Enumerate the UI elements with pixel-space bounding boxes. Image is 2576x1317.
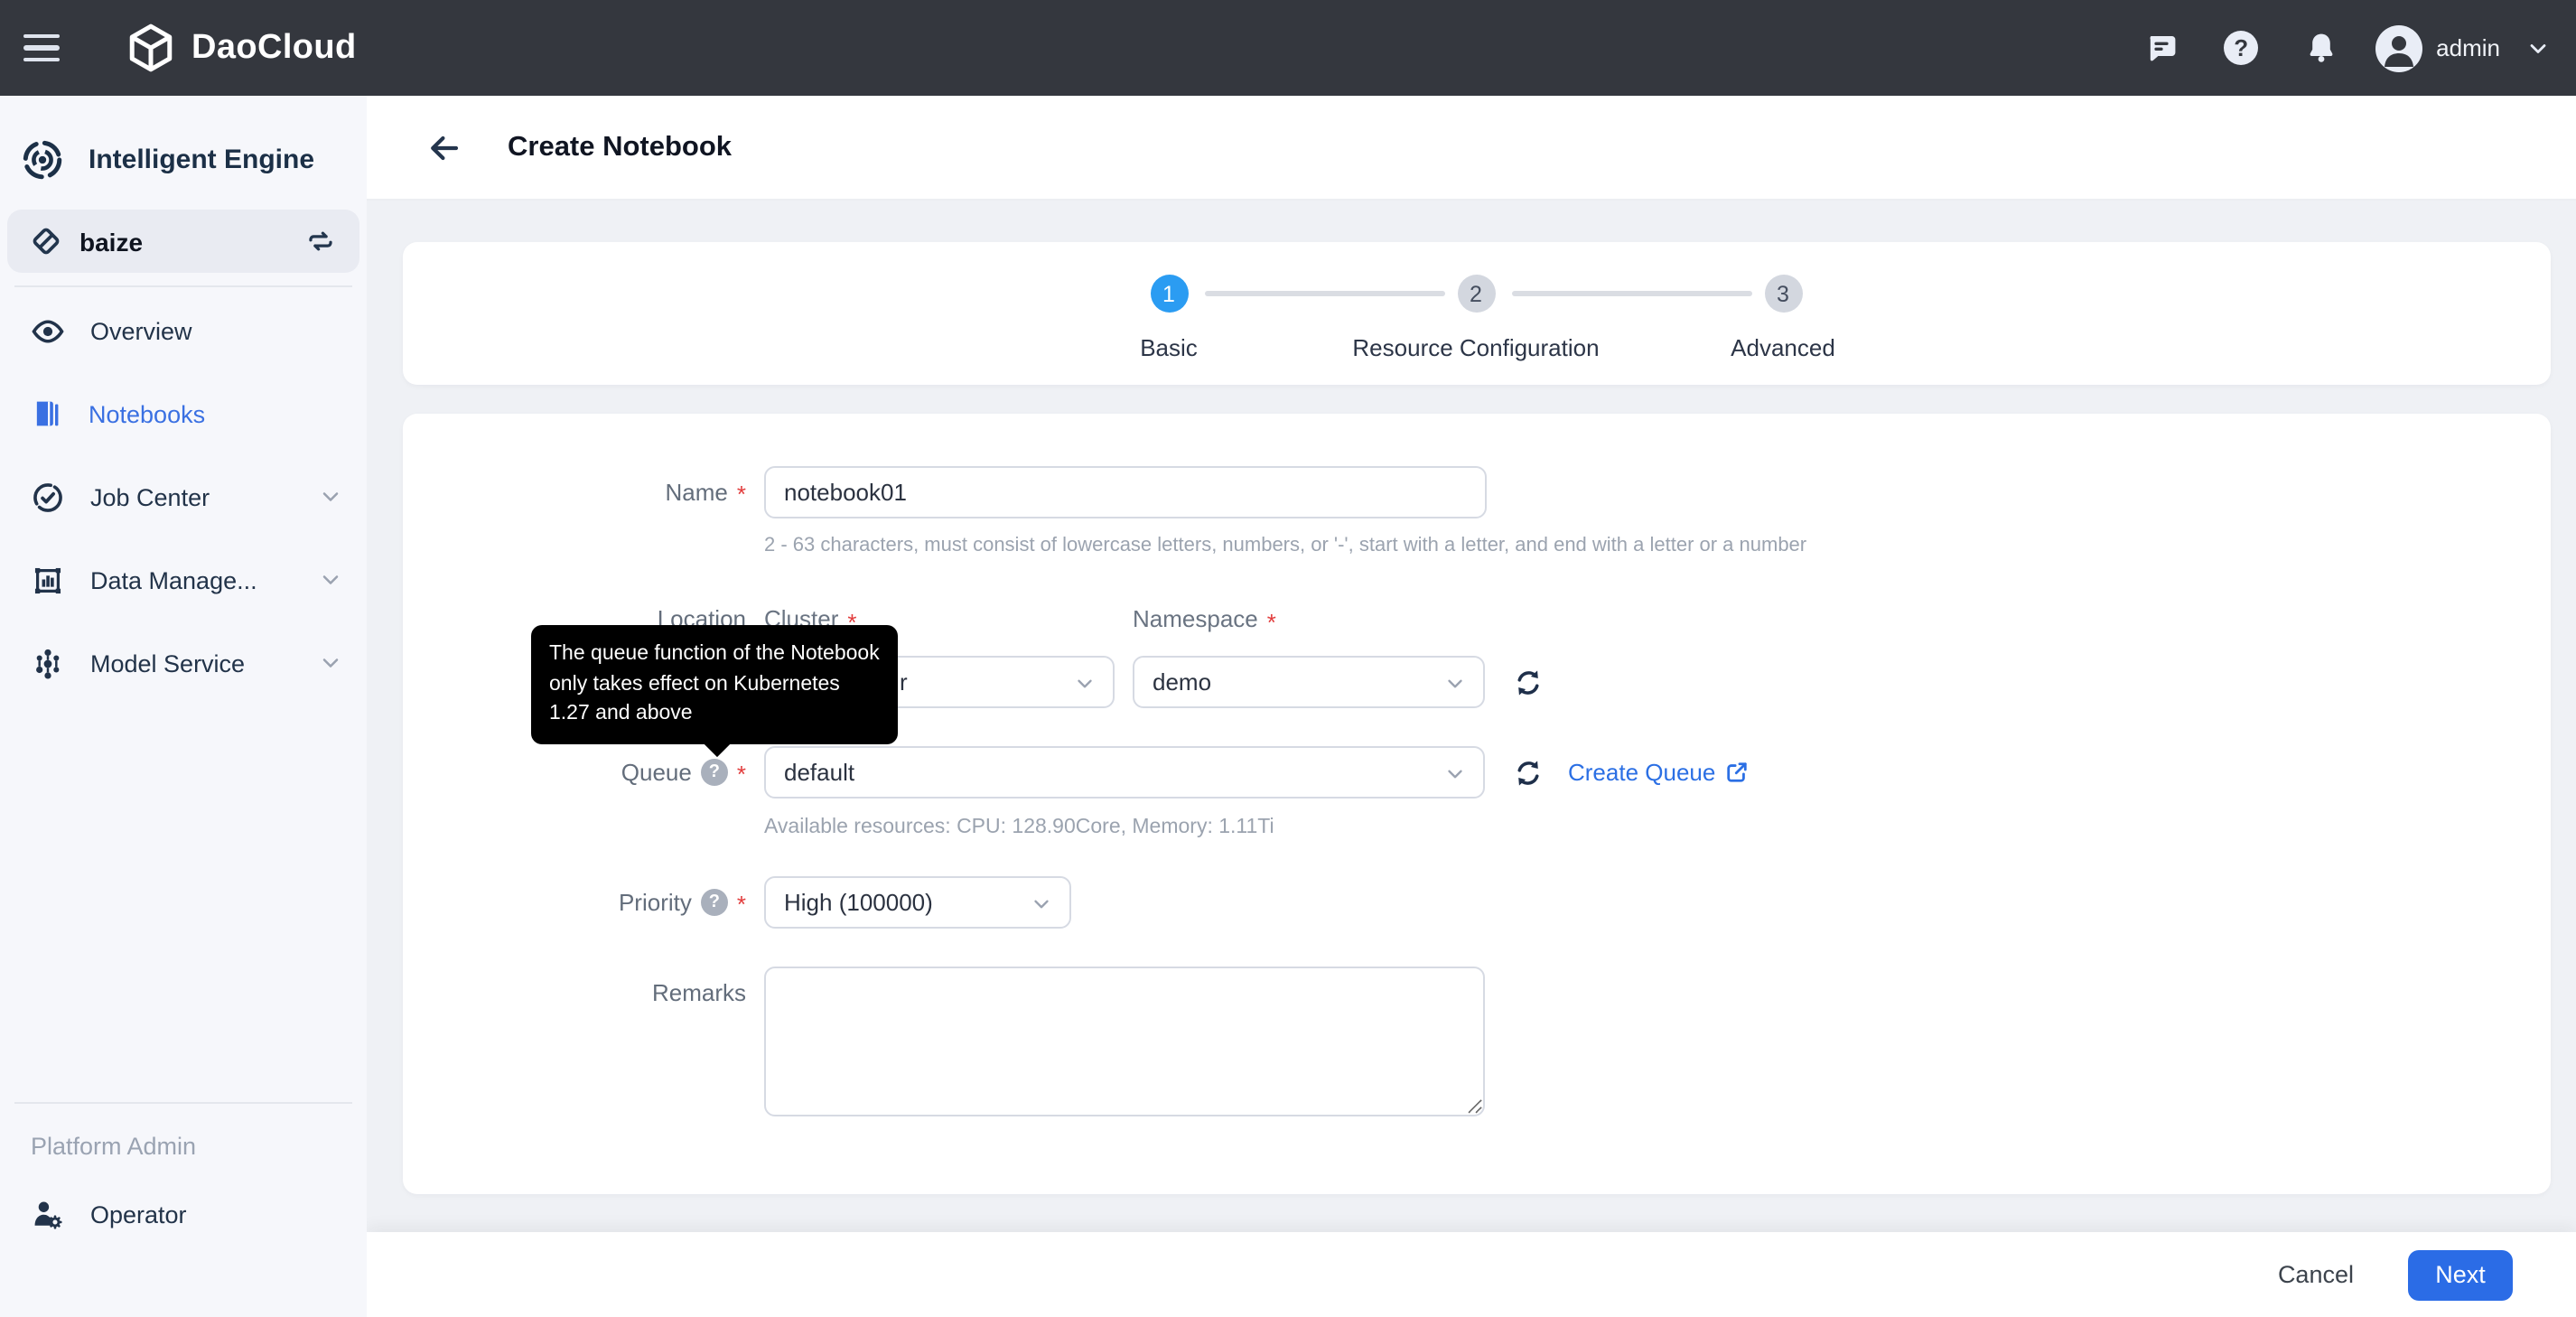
sidebar-item-label: Notebooks <box>89 400 205 427</box>
hamburger-menu-icon[interactable] <box>23 34 60 62</box>
sidebar-item-job-center[interactable]: Job Center <box>0 455 367 538</box>
main-area: Create Notebook 1 Basic 2 Resource Confi… <box>367 96 2576 1317</box>
refresh-namespace-icon[interactable] <box>1512 667 1545 699</box>
priority-select[interactable]: High (100000) <box>764 876 1071 929</box>
chevron-down-icon <box>1443 762 1467 786</box>
step-resource-configuration[interactable]: 2 Resource Configuration <box>1349 275 1602 361</box>
basic-form: Name* 2 - 63 characters, must consist of… <box>403 414 2551 1194</box>
chevron-down-icon <box>1443 672 1467 696</box>
daocloud-logo-icon <box>126 23 175 72</box>
available-resources-text: Available resources: CPU: 128.90Core, Me… <box>764 817 1274 838</box>
priority-help-icon[interactable]: ? <box>701 889 728 916</box>
required-asterisk: * <box>737 761 746 788</box>
chevron-down-icon <box>318 567 343 593</box>
page-header: Create Notebook <box>367 96 2576 199</box>
notifications-bell-icon[interactable] <box>2281 30 2360 66</box>
workspace-icon <box>31 226 61 257</box>
brand-name: DaoCloud <box>191 28 357 68</box>
sidebar-item-model-service[interactable]: Model Service <box>0 621 367 705</box>
workspace-name: baize <box>79 227 143 256</box>
data-chart-icon <box>31 563 65 597</box>
topbar-right: ? admin <box>2122 24 2551 71</box>
sidebar-item-label: Job Center <box>90 483 210 510</box>
book-icon <box>31 397 63 430</box>
sidebar-item-label: Overview <box>90 317 192 344</box>
back-arrow-icon[interactable] <box>426 129 462 165</box>
queue-help-icon[interactable]: ? <box>701 759 728 786</box>
nodes-icon <box>31 646 65 680</box>
sidebar-item-notebooks[interactable]: Notebooks <box>0 372 367 455</box>
namespace-select[interactable]: demo <box>1133 656 1485 708</box>
queue-label: Queue ? * <box>403 746 746 799</box>
help-icon[interactable]: ? <box>2201 31 2281 65</box>
brand[interactable]: DaoCloud <box>126 23 357 72</box>
chevron-down-icon <box>1073 672 1097 696</box>
eye-icon <box>31 315 65 346</box>
circle-check-icon <box>31 480 65 514</box>
sidebar: Intelligent Engine baize Overview <box>0 96 367 1317</box>
intelligent-engine-icon <box>20 137 65 182</box>
switch-workspace-icon[interactable] <box>305 226 336 257</box>
sidebar-item-label: Data Manage... <box>90 566 257 593</box>
name-label: Name* <box>403 466 746 518</box>
step-label: Basic <box>1042 334 1295 361</box>
chevron-down-icon <box>318 484 343 509</box>
topbar: DaoCloud ? admin <box>0 0 2576 96</box>
step-basic[interactable]: 1 Basic <box>1042 275 1295 361</box>
workspace-selector[interactable]: baize <box>7 210 359 273</box>
create-queue-link[interactable]: Create Queue <box>1568 746 1748 799</box>
user-menu[interactable]: admin <box>2375 24 2551 71</box>
footer-action-bar: Cancel Next <box>367 1232 2576 1317</box>
chevron-down-icon <box>318 650 343 676</box>
product-name: Intelligent Engine <box>89 145 314 175</box>
step-number: 2 <box>1457 275 1495 313</box>
sidebar-item-label: Operator <box>90 1200 187 1228</box>
sidebar-item-overview[interactable]: Overview <box>0 289 367 372</box>
refresh-queue-icon[interactable] <box>1512 757 1545 789</box>
step-advanced[interactable]: 3 Advanced <box>1657 275 1909 361</box>
name-helper-text: 2 - 63 characters, must consist of lower… <box>764 535 1806 556</box>
stepper: 1 Basic 2 Resource Configuration 3 Advan… <box>403 242 2551 385</box>
queue-select[interactable]: default <box>764 746 1485 799</box>
app-root: DaoCloud ? admin <box>0 0 2576 1317</box>
user-name: admin <box>2436 34 2500 61</box>
namespace-select-value: demo <box>1153 668 1211 696</box>
queue-tooltip: The queue function of the Notebook only … <box>531 625 898 743</box>
section-label: Platform Admin <box>0 1104 367 1160</box>
remarks-label: Remarks <box>403 967 746 1019</box>
step-label: Advanced <box>1657 334 1909 361</box>
content: 1 Basic 2 Resource Configuration 3 Advan… <box>367 199 2576 1232</box>
chevron-down-icon <box>1030 892 1053 916</box>
step-label: Resource Configuration <box>1349 334 1602 361</box>
required-asterisk: * <box>1267 609 1276 636</box>
sidebar-menu: Overview Notebooks Job Center <box>0 289 367 705</box>
step-number: 3 <box>1764 275 1802 313</box>
remarks-textarea[interactable] <box>764 967 1485 1116</box>
required-asterisk: * <box>737 481 746 508</box>
namespace-label: Namespace* <box>1133 605 1276 636</box>
avatar <box>2375 24 2422 71</box>
required-asterisk: * <box>737 891 746 918</box>
priority-select-value: High (100000) <box>784 889 933 916</box>
priority-label: Priority ? * <box>403 876 746 929</box>
cluster-select-value: r <box>900 668 908 696</box>
operator-icon <box>31 1197 65 1231</box>
sidebar-item-data-management[interactable]: Data Manage... <box>0 538 367 621</box>
next-button[interactable]: Next <box>2408 1249 2513 1300</box>
product-header: Intelligent Engine <box>0 96 367 182</box>
sidebar-bottom: Platform Admin Operator <box>0 1102 367 1256</box>
external-link-icon <box>1724 761 1748 784</box>
chevron-down-icon <box>2525 35 2551 61</box>
queue-select-value: default <box>784 759 854 786</box>
sidebar-item-operator[interactable]: Operator <box>0 1172 367 1256</box>
sidebar-divider <box>14 285 352 287</box>
sidebar-item-label: Model Service <box>90 649 245 677</box>
page-title: Create Notebook <box>508 131 732 163</box>
step-number: 1 <box>1150 275 1188 313</box>
name-input[interactable] <box>764 466 1487 518</box>
cancel-button[interactable]: Cancel <box>2278 1261 2354 1288</box>
message-icon[interactable] <box>2122 30 2201 66</box>
